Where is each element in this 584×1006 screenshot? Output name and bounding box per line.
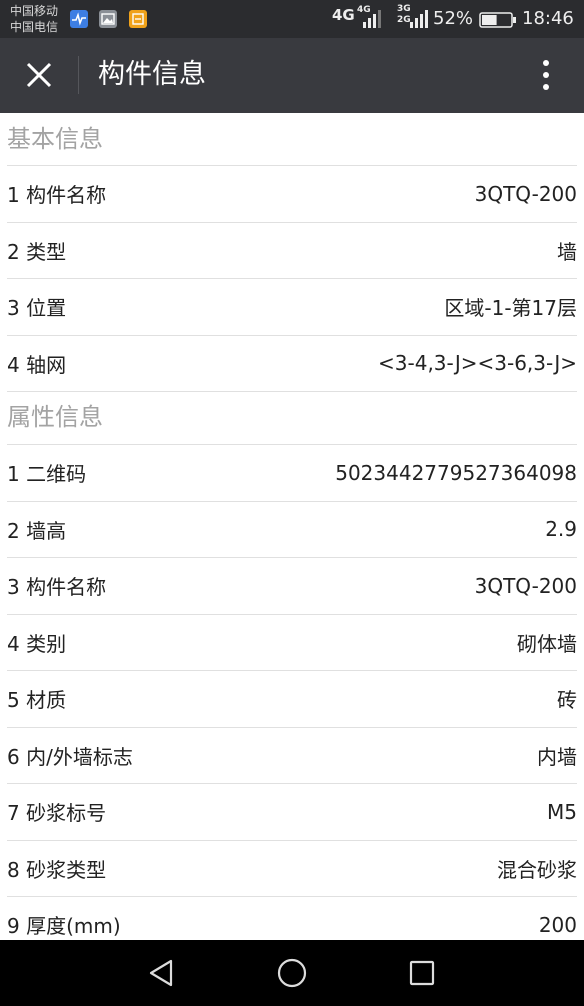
property-info-row-value: M5 [547, 799, 577, 824]
property-info-row[interactable]: 8 砂浆类型 混合砂浆 [7, 839, 577, 897]
nav-home-button[interactable] [262, 953, 322, 993]
clock: 18:46 [522, 8, 574, 29]
network-type-3g-2g: 3G 2G [397, 4, 411, 26]
basic-info-rows: 1 构件名称 3QTQ-200 2 类型 墙 3 位置 区域-1-第17层 4 轴网 <3-4… [7, 165, 577, 392]
header-divider [78, 56, 79, 94]
app-header: 构件信息 [0, 38, 584, 113]
property-info-row-value: 200 [538, 912, 577, 937]
basic-info-row-label: 3 位置 [7, 296, 67, 321]
home-circle-icon [277, 958, 307, 988]
basic-info-row[interactable]: 2 类型 墙 [7, 221, 577, 279]
property-info-row-label: 4 类别 [7, 631, 67, 656]
basic-info-row-value: 区域-1-第17层 [444, 296, 577, 321]
recent-square-icon [409, 960, 435, 986]
property-info-row-value: 5023442779527364098 [335, 460, 577, 485]
property-info-row-value: 2.9 [545, 517, 577, 542]
basic-info-row-value: 墙 [557, 239, 577, 264]
property-info-row[interactable]: 2 墙高 2.9 [7, 500, 577, 558]
basic-info-row-value: <3-4,3-J><3-6,3-J> [378, 351, 577, 376]
basic-info-row[interactable]: 3 位置 区域-1-第17层 [7, 278, 577, 335]
section-title-properties: 属性信息 [7, 403, 103, 431]
property-info-row-label: 3 构件名称 [7, 575, 107, 600]
basic-info-row-label: 4 轴网 [7, 352, 67, 377]
section-basic-info: 基本信息 1 构件名称 3QTQ-200 2 类型 墙 3 位置 区域-1-第17层 4 轴… [0, 113, 584, 392]
property-info-row-value: 3QTQ-200 [474, 573, 577, 598]
page-title: 构件信息 [98, 59, 206, 90]
more-vertical-icon [543, 60, 549, 90]
property-info-row-value: 内墙 [537, 744, 577, 769]
property-info-row-label: 5 材质 [7, 688, 67, 713]
close-button[interactable] [14, 50, 64, 100]
property-info-row-label: 8 砂浆类型 [7, 857, 107, 882]
carrier-1: 中国移动 [10, 4, 59, 18]
basic-info-row-value: 3QTQ-200 [474, 181, 577, 206]
nav-back-button[interactable] [132, 953, 192, 993]
content-scroll-area[interactable]: 基本信息 1 构件名称 3QTQ-200 2 类型 墙 3 位置 区域-1-第17层 4 轴… [0, 113, 584, 940]
property-info-row[interactable]: 6 内/外墙标志 内墙 [7, 726, 577, 784]
back-triangle-icon [149, 959, 173, 987]
section-title-basic: 基本信息 [7, 125, 103, 153]
carrier-2: 中国电信 [10, 20, 59, 34]
property-info-row-label: 9 厚度(mm) [7, 914, 121, 939]
property-info-row-label: 7 砂浆标号 [7, 801, 107, 826]
gallery-app-icon [99, 10, 117, 28]
basic-info-row[interactable]: 1 构件名称 3QTQ-200 [7, 165, 577, 222]
more-options-button[interactable] [526, 50, 566, 100]
health-app-icon [70, 10, 88, 28]
property-info-row[interactable]: 9 厚度(mm) 200 [7, 896, 577, 940]
property-info-row[interactable]: 4 类别 砌体墙 [7, 613, 577, 671]
network-type-3g: 3G [397, 4, 411, 14]
property-info-row-label: 1 二维码 [7, 462, 87, 487]
basic-info-row-label: 2 类型 [7, 239, 67, 264]
section-property-info: 属性信息 1 二维码 5023442779527364098 2 墙高 2.9 3 构件… [0, 392, 584, 940]
property-info-row-value: 砖 [557, 688, 577, 713]
property-info-row[interactable]: 7 砂浆标号 M5 [7, 783, 577, 840]
battery-icon [479, 12, 516, 28]
app-notification-icon [129, 10, 147, 28]
property-info-row-label: 2 墙高 [7, 518, 67, 543]
basic-info-row[interactable]: 4 轴网 <3-4,3-J><3-6,3-J> [7, 334, 577, 392]
property-info-row[interactable]: 5 材质 砖 [7, 670, 577, 727]
signal-strength-icon [363, 10, 381, 28]
network-type-2g: 2G [397, 15, 411, 25]
system-nav-bar [0, 940, 584, 1006]
network-type-4g: 4G [332, 6, 355, 24]
nav-recent-button[interactable] [392, 953, 452, 993]
property-info-row-value: 砌体墙 [517, 631, 577, 656]
status-bar: 中国移动 中国电信 4G 4G 3G 2G 52% 18:46 [0, 0, 584, 38]
signal-strength-icon-2 [410, 10, 428, 28]
property-info-row-label: 6 内/外墙标志 [7, 744, 133, 769]
battery-percent: 52% [433, 8, 474, 29]
property-info-row[interactable]: 1 二维码 5023442779527364098 [7, 444, 577, 501]
property-info-row-value: 混合砂浆 [497, 857, 577, 882]
property-info-rows: 1 二维码 5023442779527364098 2 墙高 2.9 3 构件名称 3QT… [7, 444, 577, 940]
carrier-names: 中国移动 中国电信 [10, 3, 58, 35]
property-info-row[interactable]: 3 构件名称 3QTQ-200 [7, 557, 577, 614]
close-icon [26, 62, 52, 88]
basic-info-row-label: 1 构件名称 [7, 183, 107, 208]
